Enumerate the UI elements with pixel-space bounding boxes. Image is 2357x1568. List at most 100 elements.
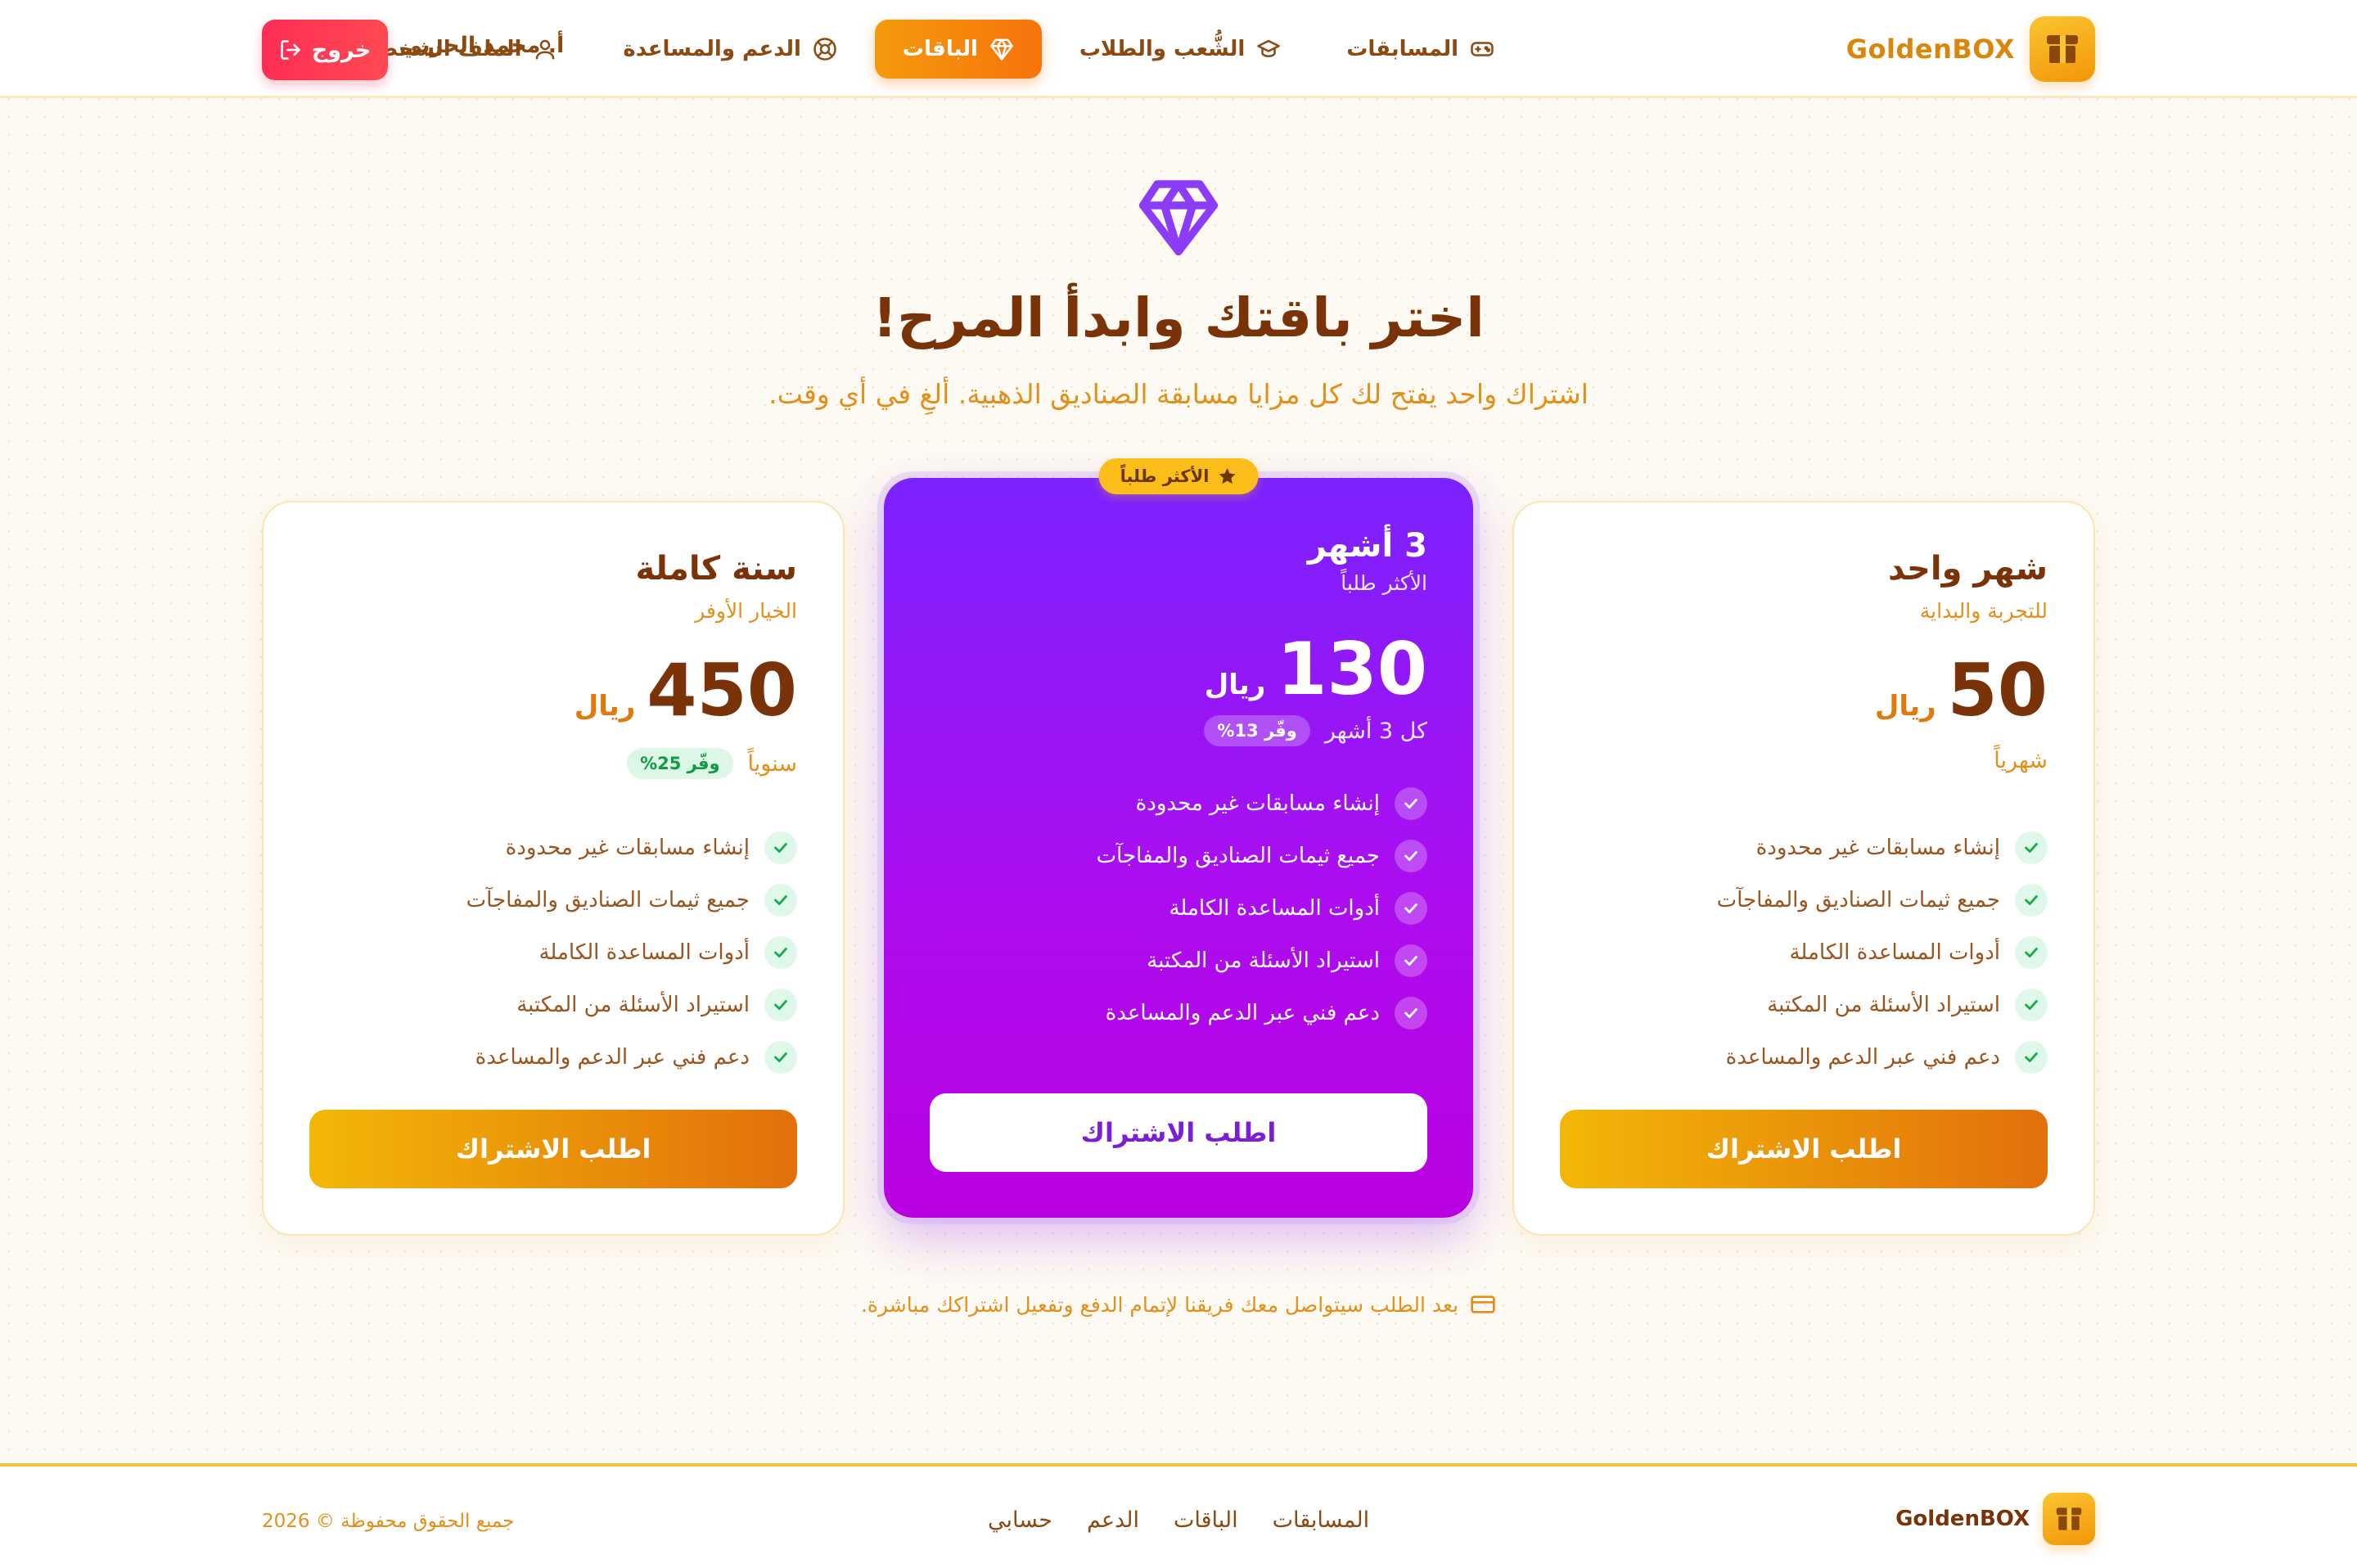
nav-item-label: الدعم والمساعدة xyxy=(623,37,801,61)
plan-name: شهر واحد xyxy=(1887,550,2048,588)
plan-price: 130 xyxy=(1277,627,1427,711)
feature-text: أدوات المساعدة الكاملة xyxy=(1789,940,2000,965)
plan-card-quarterly: الأكثر طلباً 3 أشهر الأكثر طلباً 130 ريا… xyxy=(884,458,1473,1218)
page-subtitle: اشتراك واحد يفتح لك كل مزايا مسابقة الصن… xyxy=(768,378,1589,410)
footer-link-support[interactable]: الدعم xyxy=(1087,1507,1139,1533)
copyright: جميع الحقوق محفوظة © 2026 xyxy=(262,1511,515,1532)
brand[interactable]: GoldenBOX xyxy=(1846,16,2095,82)
check-icon xyxy=(764,989,797,1021)
footer-link-packages[interactable]: الباقات xyxy=(1174,1507,1238,1533)
feature-text: دعم فني عبر الدعم والمساعدة xyxy=(1105,1001,1380,1025)
brand-name: GoldenBOX xyxy=(1845,34,2015,65)
subscribe-button[interactable]: اطلب الاشتراك xyxy=(1560,1110,2048,1188)
nav-item-packages[interactable]: الباقات xyxy=(874,20,1042,79)
nav-item-label: الباقات xyxy=(902,37,978,61)
price-row: 450 ريال xyxy=(575,655,797,727)
feature-text: جميع ثيمات الصناديق والمفاجآت xyxy=(466,888,750,912)
plan-name: سنة كاملة xyxy=(635,550,797,588)
check-icon xyxy=(1395,787,1427,820)
subscribe-button[interactable]: اطلب الاشتراك xyxy=(930,1093,1427,1172)
plan-tagline: الخيار الأوفر xyxy=(695,599,797,623)
feature-text: استيراد الأسئلة من المكتبة xyxy=(1147,948,1380,973)
nav-item-classes-students[interactable]: الشُّعب والطلاب xyxy=(1052,20,1309,79)
nav-item-label: المسابقات xyxy=(1346,37,1458,61)
price-row: 130 ريال xyxy=(1205,633,1427,705)
feature-item: جميع ثيمات الصناديق والمفاجآت xyxy=(1097,830,1427,882)
feature-item: استيراد الأسئلة من المكتبة xyxy=(466,979,797,1031)
feature-text: جميع ثيمات الصناديق والمفاجآت xyxy=(1716,888,2000,912)
payment-note: بعد الطلب سيتواصل معك فريقنا لإتمام الدف… xyxy=(0,1291,2357,1318)
check-icon xyxy=(2015,884,2048,917)
feature-item: دعم فني عبر الدعم والمساعدة xyxy=(1097,987,1427,1039)
check-icon xyxy=(2015,989,2048,1021)
plan-currency: ريال xyxy=(574,690,636,723)
check-icon xyxy=(1395,944,1427,977)
check-icon xyxy=(764,884,797,917)
check-icon xyxy=(764,1041,797,1074)
feature-text: دعم فني عبر الدعم والمساعدة xyxy=(1725,1045,2000,1070)
price-row: 50 ريال xyxy=(1875,655,2048,727)
check-icon xyxy=(1395,840,1427,872)
feature-text: إنشاء مسابقات غير محدودة xyxy=(1135,791,1380,816)
check-icon xyxy=(1395,997,1427,1030)
savings-badge: وفّر 13% xyxy=(1204,715,1310,746)
feature-text: دعم فني عبر الدعم والمساعدة xyxy=(475,1045,750,1070)
subscribe-button[interactable]: اطلب الاشتراك xyxy=(309,1110,797,1188)
diamond-icon xyxy=(990,38,1013,61)
check-icon xyxy=(2015,936,2048,969)
check-icon xyxy=(2015,1041,2048,1074)
feature-list: إنشاء مسابقات غير محدودة جميع ثيمات الصن… xyxy=(1097,777,1427,1039)
feature-text: إنشاء مسابقات غير محدودة xyxy=(1755,836,2000,860)
period-row: شهرياً xyxy=(1994,748,2048,773)
feature-item: استيراد الأسئلة من المكتبة xyxy=(1717,979,2048,1031)
footer: GoldenBOX المسابقات الباقات الدعم حسابي … xyxy=(0,1463,2357,1568)
plan-period: سنوياً xyxy=(747,750,797,777)
feature-item: إنشاء مسابقات غير محدودة xyxy=(1097,777,1427,830)
plan-currency: ريال xyxy=(1874,690,1936,723)
feature-item: استيراد الأسئلة من المكتبة xyxy=(1097,935,1427,987)
nav-item-competitions[interactable]: المسابقات xyxy=(1318,20,1522,79)
feature-text: أدوات المساعدة الكاملة xyxy=(1169,896,1380,921)
plan-price: 50 xyxy=(1947,648,2048,732)
footer-link-account[interactable]: حسابي xyxy=(988,1507,1052,1533)
plan-card-monthly: شهر واحد للتجربة والبداية 50 ريال شهرياً… xyxy=(1512,501,2095,1236)
feature-item: أدوات المساعدة الكاملة xyxy=(466,926,797,979)
check-icon xyxy=(764,831,797,864)
savings-badge: وفّر 25% xyxy=(627,748,733,779)
nav-item-support[interactable]: الدعم والمساعدة xyxy=(595,20,865,79)
gamepad-icon xyxy=(1471,42,1494,56)
feature-item: إنشاء مسابقات غير محدودة xyxy=(466,822,797,874)
feature-item: أدوات المساعدة الكاملة xyxy=(1097,882,1427,935)
plan-name: 3 أشهر xyxy=(1307,527,1427,565)
logout-button[interactable]: خروج xyxy=(262,20,388,80)
plan-price: 450 xyxy=(647,648,797,732)
feature-item: جميع ثيمات الصناديق والمفاجآت xyxy=(466,874,797,926)
gift-box-logo-icon xyxy=(2030,16,2095,82)
feature-text: استيراد الأسئلة من المكتبة xyxy=(516,993,750,1017)
feature-text: أدوات المساعدة الكاملة xyxy=(539,940,750,965)
check-icon xyxy=(764,936,797,969)
diamond-icon xyxy=(1138,180,1219,256)
feature-text: استيراد الأسئلة من المكتبة xyxy=(1767,993,2000,1017)
logout-label: خروج xyxy=(311,37,372,63)
plan-tagline: للتجربة والبداية xyxy=(1919,599,2048,623)
logout-icon xyxy=(280,40,300,60)
payment-note-text: بعد الطلب سيتواصل معك فريقنا لإتمام الدف… xyxy=(860,1292,1459,1317)
page-title: اختر باقتك وابدأ المرح! xyxy=(872,286,1485,349)
credit-card-icon xyxy=(1471,1295,1495,1313)
plan-period: كل 3 أشهر xyxy=(1324,718,1427,744)
plan-currency: ريال xyxy=(1204,669,1266,701)
feature-item: أدوات المساعدة الكاملة xyxy=(1717,926,2048,979)
footer-link-competitions[interactable]: المسابقات xyxy=(1273,1507,1369,1533)
period-row: سنوياً وفّر 25% xyxy=(627,748,797,779)
plan-card-yearly: سنة كاملة الخيار الأوفر 450 ريال سنوياً … xyxy=(262,501,845,1236)
feature-item: إنشاء مسابقات غير محدودة xyxy=(1717,822,2048,874)
feature-text: جميع ثيمات الصناديق والمفاجآت xyxy=(1096,844,1380,868)
feature-text: إنشاء مسابقات غير محدودة xyxy=(505,836,750,860)
period-row: كل 3 أشهر وفّر 13% xyxy=(1204,715,1427,746)
check-icon xyxy=(1395,892,1427,925)
nav-item-label: الشُّعب والطلاب xyxy=(1079,37,1246,61)
feature-list: إنشاء مسابقات غير محدودة جميع ثيمات الصن… xyxy=(1717,822,2048,1084)
top-navbar: GoldenBOX المسابقات الشُّعب والطلاب البا… xyxy=(0,0,2357,98)
feature-list: إنشاء مسابقات غير محدودة جميع ثيمات الصن… xyxy=(466,822,797,1084)
